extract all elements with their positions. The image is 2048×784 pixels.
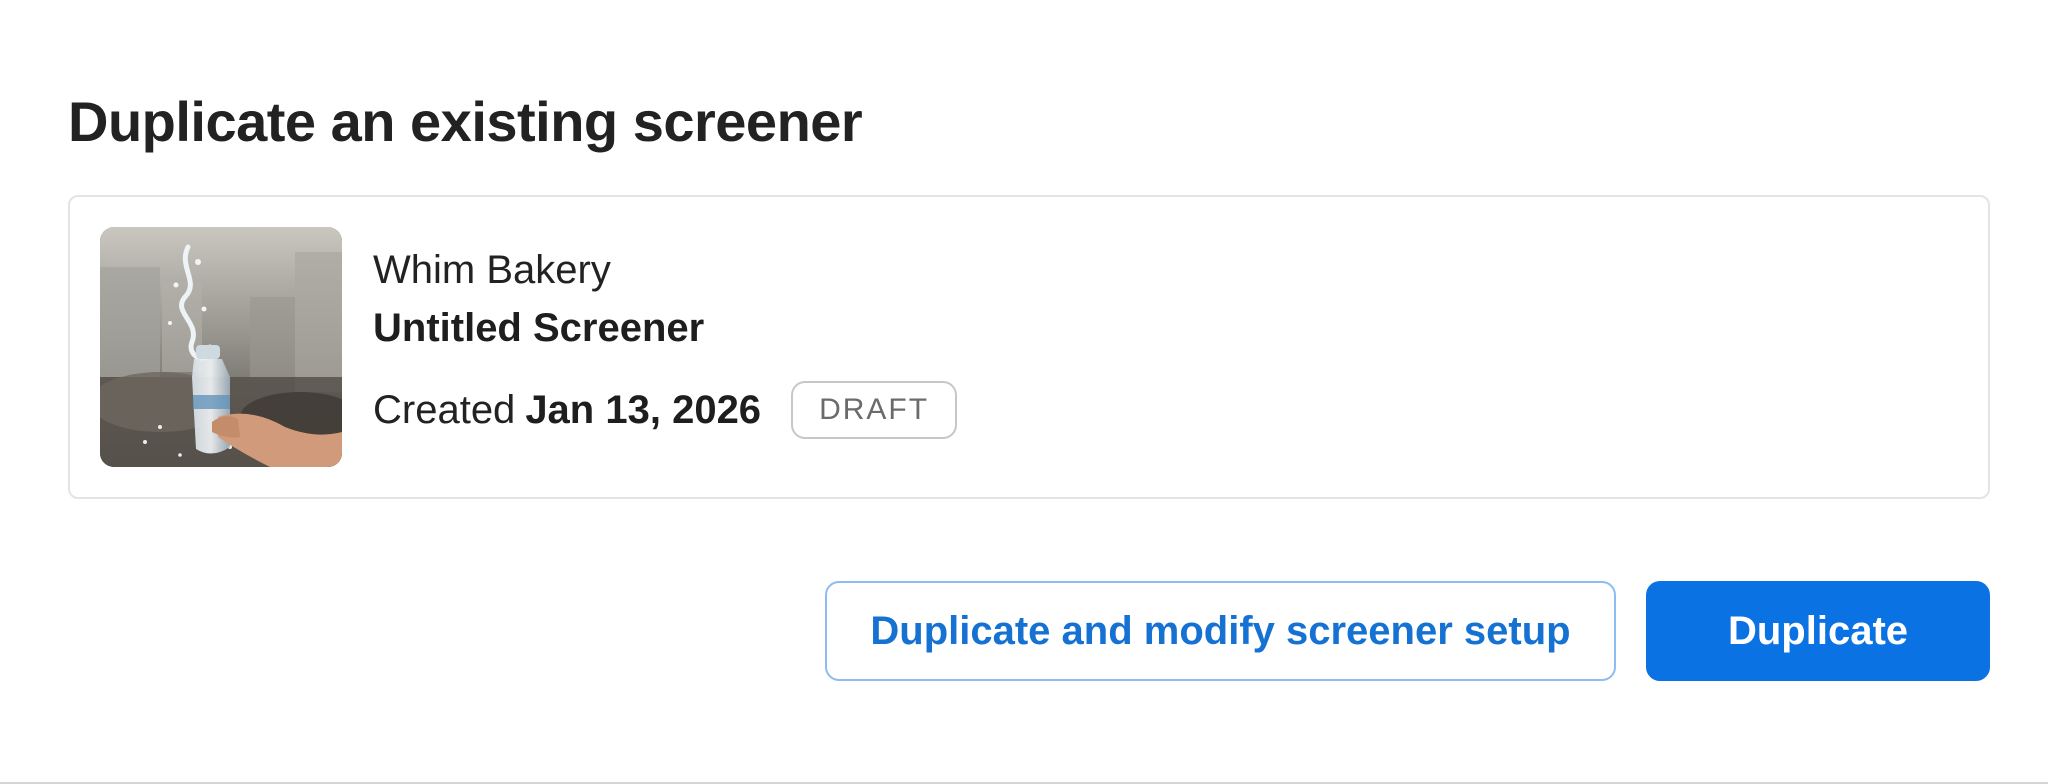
screener-thumbnail [100,227,342,467]
created-label: Created [373,387,516,432]
screener-meta: Created Jan 13, 2026 DRAFT [373,381,958,439]
organization-name: Whim Bakery [373,248,611,292]
status-badge: DRAFT [791,381,958,439]
duplicate-button[interactable]: Duplicate [1646,581,1990,681]
water-bottle-splash-photo-icon [100,227,342,467]
screener-name: Untitled Screener [373,306,705,350]
screener-info: Whim Bakery Untitled Screener Created Ja… [373,245,958,439]
screener-card[interactable]: Whim Bakery Untitled Screener Created Ja… [68,195,1990,499]
page-title: Duplicate an existing screener [68,90,863,153]
duplicate-screener-panel: Duplicate an existing screener Whim Bake… [0,0,2048,784]
created-date: Jan 13, 2026 [525,387,762,432]
duplicate-and-modify-button[interactable]: Duplicate and modify screener setup [825,581,1616,681]
